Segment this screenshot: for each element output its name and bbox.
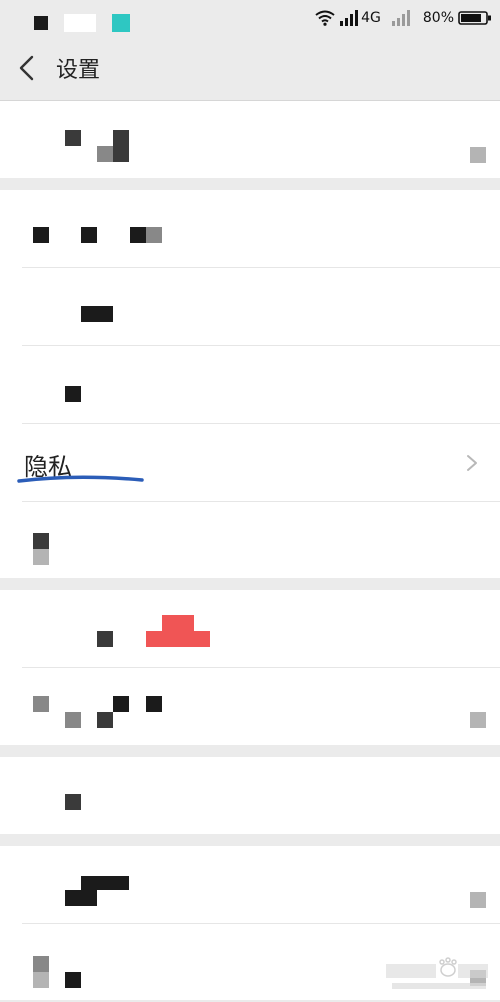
redacted-label: [81, 876, 129, 890]
battery-icon: [458, 11, 491, 25]
settings-row[interactable]: [0, 590, 500, 668]
redacted-label: [33, 549, 49, 565]
redacted-label: [33, 696, 49, 712]
redacted-label: [33, 972, 49, 988]
redacted-label: [81, 227, 97, 243]
settings-row[interactable]: [0, 757, 500, 835]
redacted-label: [65, 794, 81, 810]
settings-section: 隐私: [0, 190, 500, 578]
redacted-label: [33, 227, 49, 243]
settings-row-privacy[interactable]: 隐私: [0, 424, 500, 502]
highlight-underline: [17, 475, 144, 483]
status-redacted-block: [64, 14, 96, 32]
redacted-icon: [470, 712, 486, 728]
redacted-label: [65, 890, 97, 906]
chevron-right-icon: [467, 455, 477, 471]
app-header: 设置: [0, 36, 500, 101]
settings-section: [0, 590, 500, 745]
redacted-label: [65, 386, 81, 402]
settings-row[interactable]: [0, 268, 500, 346]
redacted-label: [65, 972, 81, 988]
redacted-label: [146, 227, 162, 243]
redacted-icon: [470, 892, 486, 908]
battery-percent: 80%: [422, 10, 454, 26]
settings-row[interactable]: [0, 101, 500, 179]
redacted-label: [113, 696, 129, 712]
baidu-watermark-logo: [386, 957, 488, 989]
status-redacted-block: [112, 14, 130, 32]
signal-icon: [340, 10, 359, 26]
status-right: 4G 80%: [315, 6, 492, 30]
redacted-icon: [470, 147, 486, 163]
settings-section: [0, 757, 500, 834]
redacted-label: [97, 712, 113, 728]
status-bar: 4G 80%: [0, 0, 500, 36]
settings-row[interactable]: [0, 502, 500, 580]
redacted-label: [146, 696, 162, 712]
redacted-label: [113, 130, 129, 162]
settings-row[interactable]: [0, 190, 500, 268]
signal-icon: [391, 10, 410, 26]
redacted-label: [97, 146, 113, 162]
redacted-label: [130, 227, 146, 243]
wifi-icon: [315, 10, 335, 26]
settings-row[interactable]: [0, 346, 500, 424]
network-type: 4G: [361, 10, 381, 26]
redacted-label: [97, 631, 113, 647]
redacted-label: [146, 631, 162, 647]
redacted-label: [162, 615, 194, 647]
redacted-label: [65, 130, 81, 146]
chevron-left-icon[interactable]: [14, 54, 42, 82]
redacted-label: [33, 956, 49, 972]
page-title: 设置: [56, 58, 101, 83]
settings-section: [0, 101, 500, 178]
redacted-label: [194, 631, 210, 647]
settings-row[interactable]: [0, 668, 500, 746]
redacted-label: [65, 712, 81, 728]
redacted-label: [33, 533, 49, 549]
redacted-label: [81, 306, 113, 322]
status-redacted-block: [34, 16, 48, 30]
settings-row[interactable]: [0, 846, 500, 924]
